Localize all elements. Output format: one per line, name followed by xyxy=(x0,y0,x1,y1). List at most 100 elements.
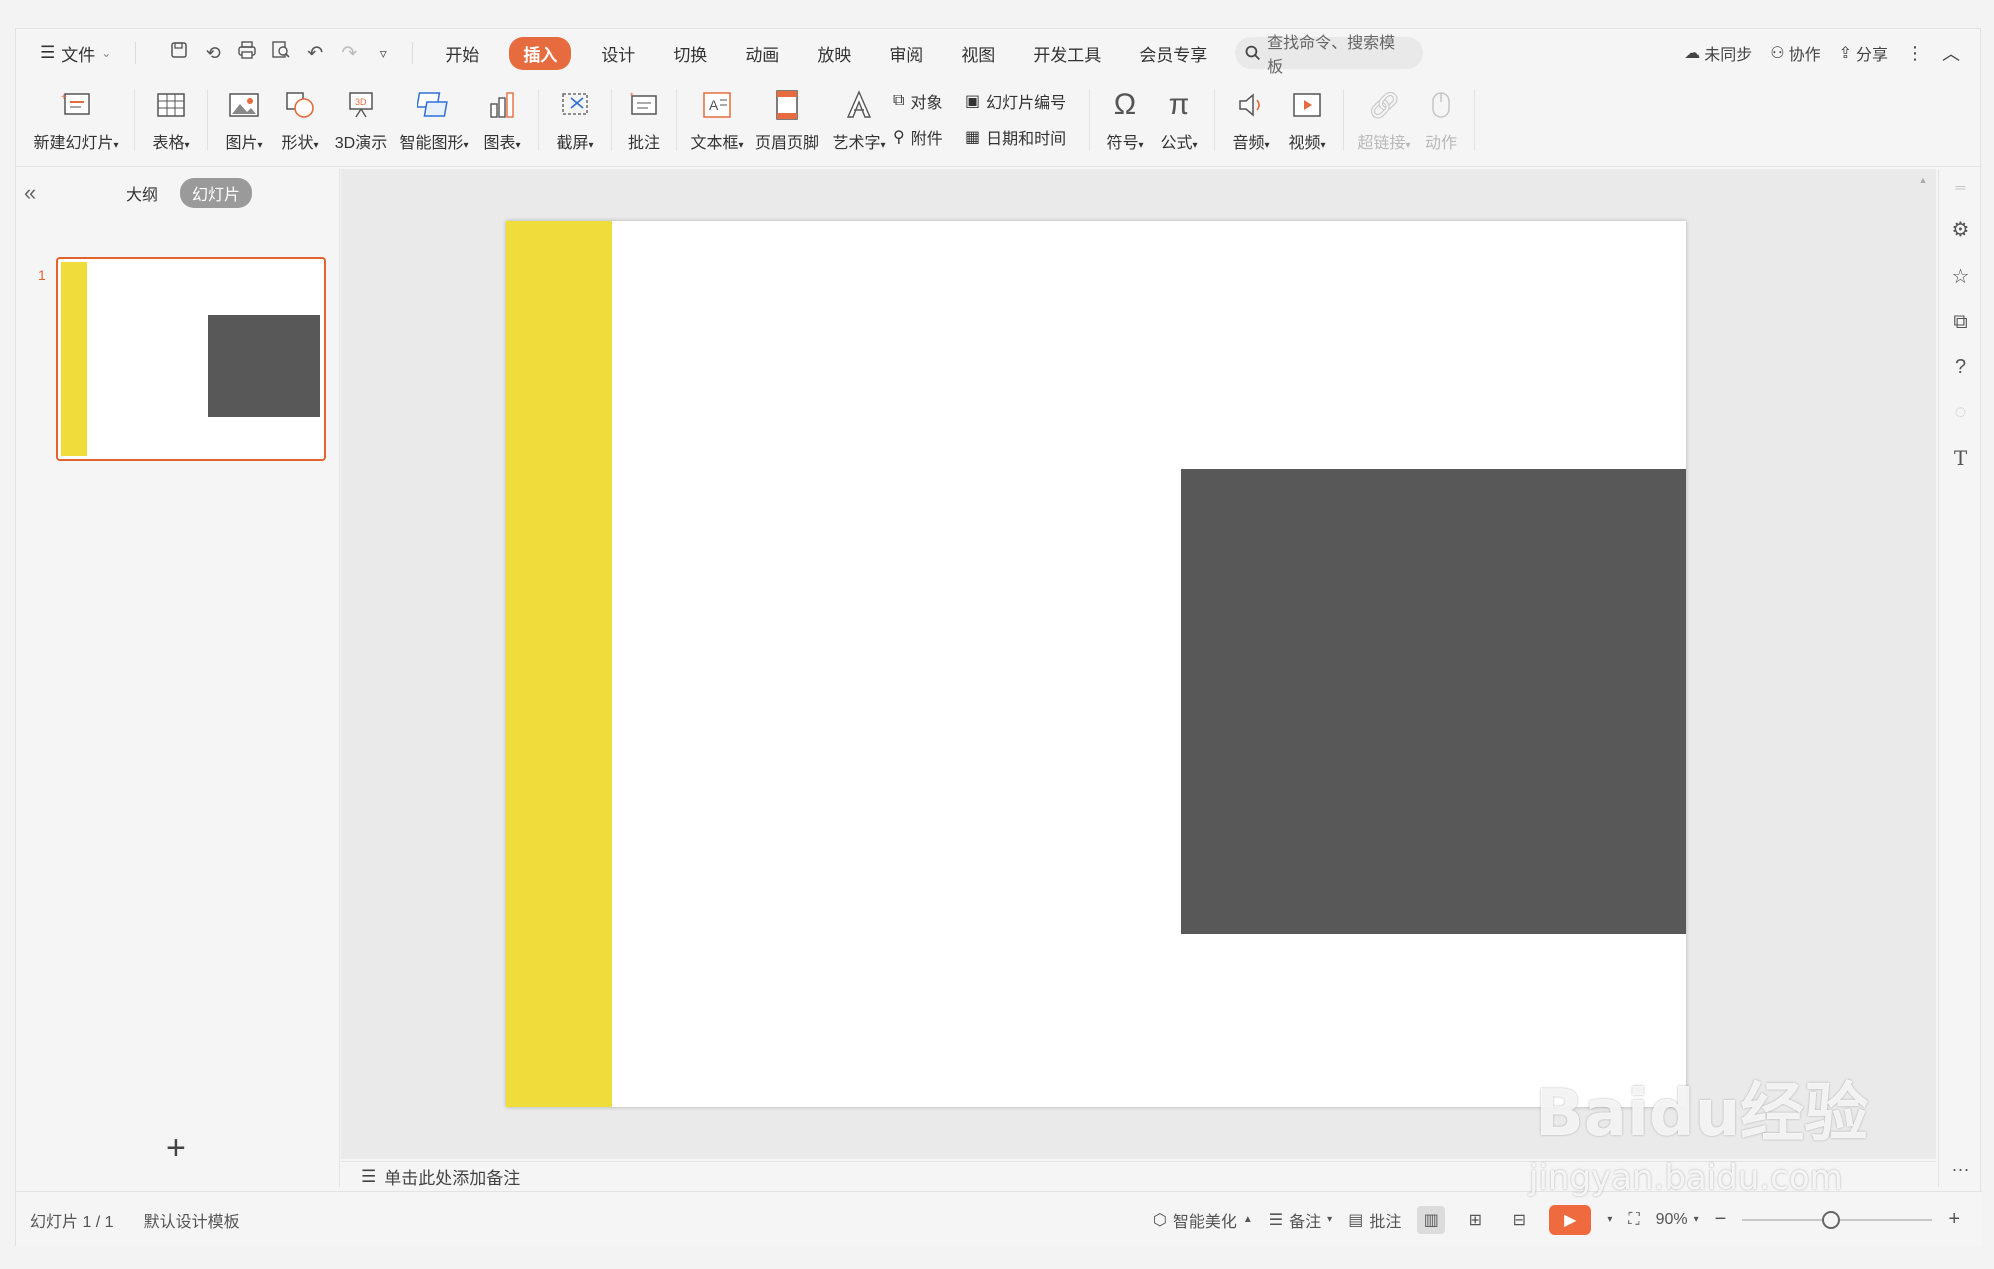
print-icon[interactable] xyxy=(236,41,258,65)
textbox-button[interactable]: A 文本框▾ xyxy=(685,77,749,165)
tab-review[interactable]: 审阅 xyxy=(881,37,931,70)
new-slide-button[interactable]: + 新建幻灯片▾ xyxy=(26,77,126,165)
comment-toggle-label: 批注 xyxy=(1369,1213,1402,1231)
textbox-icon: A xyxy=(701,85,733,125)
collapse-ribbon-icon[interactable]: ︿ xyxy=(1942,40,1960,66)
collapse-panel-icon[interactable]: « xyxy=(24,180,54,206)
collaborate-button[interactable]: ⚇ 协作 xyxy=(1770,41,1820,65)
zoom-level-dropdown[interactable]: 90% ▾ xyxy=(1656,1211,1699,1229)
sync-status[interactable]: ☁ 未同步 xyxy=(1684,41,1752,65)
datetime-label: 日期和时间 xyxy=(986,131,1067,148)
notes-toggle-button[interactable]: ☰ 备注 ▾ xyxy=(1269,1208,1332,1232)
header-footer-button[interactable]: 页眉页脚 xyxy=(749,77,825,165)
customize-toolbar-icon[interactable]: ▿ xyxy=(372,45,394,62)
comment-toggle-button[interactable]: ▤ 批注 xyxy=(1348,1208,1401,1232)
notes-icon: ☰ xyxy=(361,1166,377,1186)
ribbon-tabs: 开始 插入 设计 切换 动画 放映 审阅 视图 开发工具 会员专享 xyxy=(437,36,1215,70)
slide-number-label: 幻灯片编号 xyxy=(986,95,1067,112)
chevron-down-icon: ⌄ xyxy=(101,46,112,60)
zoom-out-icon[interactable]: − xyxy=(1715,1208,1727,1231)
print-preview-icon[interactable] xyxy=(270,40,292,66)
lightbulb-icon[interactable]: ◌ xyxy=(1947,401,1975,424)
divider xyxy=(134,89,135,151)
divider xyxy=(676,89,677,151)
star-icon[interactable]: ☆ xyxy=(1947,264,1975,289)
tab-slides[interactable]: 幻灯片 xyxy=(180,178,253,208)
tab-design[interactable]: 设计 xyxy=(593,37,643,70)
table-button[interactable]: 表格▾ xyxy=(143,77,199,165)
vertical-scrollbar[interactable]: ▲ xyxy=(1918,175,1928,1151)
symbol-button[interactable]: Ω 符号▾ xyxy=(1098,77,1152,165)
tab-insert[interactable]: 插入 xyxy=(509,36,572,70)
zoom-slider-knob[interactable] xyxy=(1822,1210,1841,1229)
slide-number-button[interactable]: ▣ 幻灯片编号 xyxy=(965,89,1081,113)
play-slideshow-icon[interactable]: ▶ xyxy=(1549,1204,1592,1235)
copy-icon[interactable]: ⧉ xyxy=(1947,311,1975,334)
yellow-bar-shape[interactable] xyxy=(506,221,612,1107)
caret-up-icon: ▲ xyxy=(1242,1214,1253,1225)
dark-rectangle-shape[interactable] xyxy=(1181,469,1686,934)
audio-label: 音频 xyxy=(1232,135,1265,152)
tab-transitions[interactable]: 切换 xyxy=(665,37,715,70)
help-icon[interactable]: ? xyxy=(1947,356,1975,379)
video-button[interactable]: 视频▾ xyxy=(1279,77,1335,165)
audio-button[interactable]: 音频▾ xyxy=(1223,77,1279,165)
hyperlink-button[interactable]: 🔗︎ 超链接▾ xyxy=(1352,77,1416,165)
slide-sorter-icon[interactable]: ⊞ xyxy=(1461,1206,1489,1234)
divider xyxy=(611,89,612,151)
more-icon[interactable]: ··· xyxy=(1952,1159,1970,1180)
redo-icon[interactable]: ↷ xyxy=(338,42,360,65)
format-painter-icon[interactable]: ⟲ xyxy=(202,43,224,64)
picture-button[interactable]: 图片▾ xyxy=(216,77,272,165)
action-button[interactable]: 动作 xyxy=(1416,77,1466,165)
comment-button[interactable]: * 批注 xyxy=(620,77,668,165)
object-button[interactable]: ⧉ 对象 xyxy=(893,89,965,113)
tab-developer[interactable]: 开发工具 xyxy=(1025,37,1109,70)
datetime-button[interactable]: ▦ 日期和时间 xyxy=(965,125,1081,149)
command-search[interactable]: 查找命令、搜索模板 xyxy=(1235,35,1424,76)
undo-icon[interactable]: ↶ xyxy=(304,42,326,65)
zoom-in-icon[interactable]: + xyxy=(1948,1208,1960,1231)
header-footer-icon xyxy=(774,85,800,125)
zoom-level: 90% xyxy=(1655,1210,1688,1228)
chart-button[interactable]: 图表▾ xyxy=(474,77,530,165)
tab-member[interactable]: 会员专享 xyxy=(1131,37,1215,70)
file-menu[interactable]: ☰ 文件 ⌄ xyxy=(34,37,117,70)
tab-view[interactable]: 视图 xyxy=(953,37,1003,70)
share-button[interactable]: ⇪ 分享 xyxy=(1839,41,1888,65)
slides-panel: « 大纲 幻灯片 1 + xyxy=(16,169,340,1187)
app-window: ☰ 文件 ⌄ ⟲ ↶ ↷ ▿ 开始 插入 设计 切换 动画 放映 审阅 视图 开… xyxy=(0,0,1994,1269)
play-options-icon[interactable]: ▾ xyxy=(1607,1214,1612,1225)
slide-canvas[interactable] xyxy=(506,221,1686,1107)
shape-button[interactable]: 形状▾ xyxy=(272,77,328,165)
fit-window-icon[interactable]: ⛶ xyxy=(1628,1211,1639,1229)
tab-slideshow[interactable]: 放映 xyxy=(809,37,859,70)
smartart-button[interactable]: 智能图形▾ xyxy=(394,77,474,165)
smart-beautify-button[interactable]: ⬡ 智能美化 ▲ xyxy=(1153,1208,1253,1232)
wordart-button[interactable]: 艺术字▾ xyxy=(825,77,893,165)
tab-home[interactable]: 开始 xyxy=(437,37,487,70)
more-options-icon[interactable]: ⋮ xyxy=(1906,43,1924,64)
video-label: 视频 xyxy=(1288,135,1321,152)
reading-view-icon[interactable]: ⊟ xyxy=(1505,1206,1533,1234)
tab-outline[interactable]: 大纲 xyxy=(114,178,170,208)
svg-text:3D: 3D xyxy=(355,97,367,107)
zoom-slider[interactable] xyxy=(1742,1210,1933,1229)
svg-text:*: * xyxy=(630,91,634,101)
save-icon[interactable] xyxy=(168,41,190,65)
screenshot-button[interactable]: 截屏▾ xyxy=(547,77,603,165)
notes-bar[interactable]: ☰ 单击此处添加备注 xyxy=(341,1161,1936,1191)
chart-label: 图表 xyxy=(483,135,516,152)
calendar-icon: ▦ xyxy=(965,129,981,146)
text-icon[interactable]: T xyxy=(1947,446,1975,470)
3d-presentation-button[interactable]: 3D 3D演示 xyxy=(328,77,394,165)
attachment-button[interactable]: ⚲ 附件 xyxy=(893,125,965,149)
scroll-up-icon[interactable]: ▲ xyxy=(1918,175,1928,185)
adjust-icon[interactable]: ⚙︎ xyxy=(1947,217,1975,242)
add-slide-icon[interactable]: + xyxy=(166,1129,186,1168)
template-name[interactable]: 默认设计模板 xyxy=(144,1208,240,1232)
formula-button[interactable]: π 公式▾ xyxy=(1152,77,1206,165)
normal-view-icon[interactable]: ▥ xyxy=(1417,1205,1446,1234)
slide-thumbnail[interactable] xyxy=(56,257,326,461)
tab-animations[interactable]: 动画 xyxy=(737,37,787,70)
